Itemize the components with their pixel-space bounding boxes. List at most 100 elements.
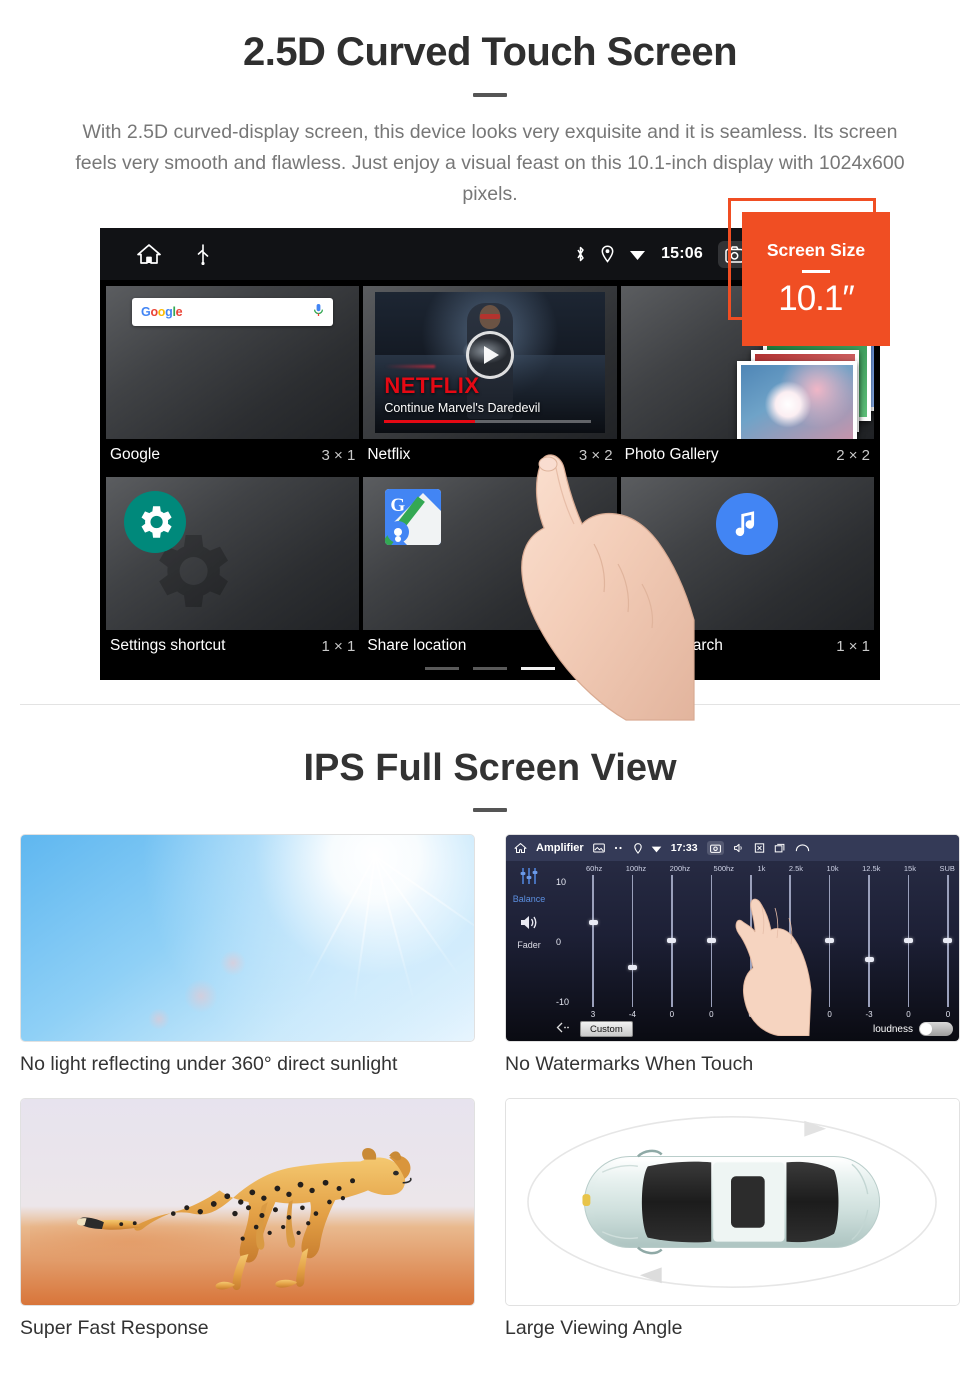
usb-icon[interactable] xyxy=(196,243,210,265)
tile-caption: No Watermarks When Touch xyxy=(505,1053,754,1075)
sound-search-widget[interactable] xyxy=(620,477,874,630)
widget-label-row: Netflix 3 × 2 xyxy=(363,439,617,473)
tile-no-watermarks: Amplifier 17:33 Balance Fader 60hz 100hz… xyxy=(505,834,960,1076)
ips-title-divider xyxy=(473,808,507,812)
badge-divider xyxy=(802,269,830,273)
google-search-widget[interactable]: Google xyxy=(106,286,360,439)
eq-band-label: 60hz xyxy=(586,864,603,873)
amplifier-title: Amplifier xyxy=(536,842,584,854)
eq-slider[interactable] xyxy=(941,875,955,1007)
widget-name: Google xyxy=(110,446,160,463)
tile-viewing-angle: Large Viewing Angle xyxy=(505,1098,960,1340)
eq-band-label: 200hz xyxy=(669,864,691,873)
eq-value: 0 xyxy=(709,1010,714,1019)
eq-slider[interactable] xyxy=(823,875,837,1007)
widget-size: 2 × 2 xyxy=(836,446,870,464)
page-dot-2[interactable] xyxy=(473,667,507,670)
music-note-icon[interactable] xyxy=(716,493,779,555)
badge-fill: Screen Size 10.1″ xyxy=(742,212,890,346)
widget-label-row: Settings shortcut 1 × 1 xyxy=(106,630,360,664)
netflix-subtitle: Continue Marvel's Daredevil xyxy=(384,401,541,415)
back-arrow-icon[interactable] xyxy=(795,843,810,853)
eq-scale: 10 0 -10 xyxy=(556,877,584,1007)
more-icon[interactable] xyxy=(614,845,625,851)
location-icon xyxy=(633,842,642,854)
eq-slider[interactable] xyxy=(665,875,679,1007)
cheetah-illustration xyxy=(76,1148,412,1291)
eq-slider[interactable] xyxy=(902,875,916,1007)
sidebar-item-fader[interactable]: Fader xyxy=(517,940,541,950)
eq-slider[interactable] xyxy=(625,875,639,1007)
ips-section: IPS Full Screen View No light reflecting… xyxy=(0,747,980,1340)
widget-settings-shortcut[interactable]: Settings shortcut 1 × 1 xyxy=(106,477,360,664)
gear-icon[interactable] xyxy=(124,491,186,553)
title-divider xyxy=(473,93,507,97)
netflix-character-glasses xyxy=(479,313,500,319)
volume-icon[interactable] xyxy=(733,843,745,853)
eq-slider[interactable] xyxy=(862,875,876,1007)
eq-value: 3 xyxy=(590,1010,596,1019)
page-dot-3[interactable] xyxy=(521,667,555,670)
eq-band-label: 500hz xyxy=(713,864,734,873)
equalizer-panel: 60hz 100hz 200hz 500hz 1k 2.5k 10k 12.5k… xyxy=(552,861,959,1041)
sidebar-item-balance[interactable]: Balance xyxy=(513,894,546,904)
tile-caption: No light reflecting under 360° direct su… xyxy=(20,1053,398,1075)
microphone-icon[interactable] xyxy=(313,303,324,322)
gallery-icon[interactable] xyxy=(592,843,605,853)
netflix-widget[interactable]: NETFLIX Continue Marvel's Daredevil xyxy=(363,286,617,439)
page-description: With 2.5D curved-display screen, this de… xyxy=(75,121,905,205)
home-icon[interactable] xyxy=(136,242,162,266)
google-logo: Google xyxy=(141,305,183,319)
widget-sound-search[interactable]: Sound Search 1 × 1 xyxy=(620,477,874,664)
preset-button[interactable]: Custom xyxy=(580,1021,633,1037)
badge-value: 10.1″ xyxy=(778,278,855,318)
eq-band-label: 12.5k xyxy=(862,864,881,873)
eq-slider[interactable] xyxy=(586,875,600,1007)
widget-label-row: Share location 1 × 1 xyxy=(363,630,617,664)
page-dot-1[interactable] xyxy=(425,667,459,670)
loudness-label: loudness xyxy=(872,1023,913,1035)
search-input[interactable]: Google xyxy=(132,298,334,326)
widget-share-location[interactable]: G Share location 1 × 1 xyxy=(363,477,617,664)
camera-icon[interactable] xyxy=(706,841,724,855)
eq-band-labels: 60hz 100hz 200hz 500hz 1k 2.5k 10k 12.5k… xyxy=(586,864,955,873)
widget-size: 1 × 1 xyxy=(836,637,870,655)
widget-size: 1 × 1 xyxy=(578,637,613,655)
hand-touching-illustration xyxy=(735,898,812,1037)
share-location-widget[interactable]: G xyxy=(363,477,617,630)
home-icon[interactable] xyxy=(514,842,527,854)
close-icon[interactable] xyxy=(754,843,765,853)
amplifier-clock: 17:33 xyxy=(670,842,698,854)
widget-name: Netflix xyxy=(367,446,411,463)
speaker-icon[interactable] xyxy=(519,914,539,936)
eq-scale-bottom: -10 xyxy=(556,997,570,1007)
screen-size-badge: Screen Size 10.1″ xyxy=(728,198,890,346)
amplifier-app: Amplifier 17:33 Balance Fader 60hz 100hz… xyxy=(506,835,959,1041)
previous-preset-icon[interactable] xyxy=(556,1020,572,1038)
widget-google[interactable]: Google Google 3 × 1 xyxy=(106,286,360,473)
widget-netflix[interactable]: NETFLIX Continue Marvel's Daredevil Netf… xyxy=(363,286,617,473)
amplifier-status-bar: Amplifier 17:33 xyxy=(506,835,959,861)
eq-band-label: 15k xyxy=(903,864,916,873)
loudness-toggle[interactable] xyxy=(919,1022,953,1036)
eq-value: -4 xyxy=(628,1010,636,1019)
tile-caption: Super Fast Response xyxy=(20,1317,209,1339)
wifi-icon xyxy=(629,247,646,261)
eq-slider[interactable] xyxy=(704,875,718,1007)
eq-band-label: 1k xyxy=(757,864,766,873)
widget-name: Share location xyxy=(367,637,467,654)
widget-label-row: Photo Gallery 2 × 2 xyxy=(620,439,874,473)
widget-name: Sound Search xyxy=(624,637,723,654)
page-indicator[interactable] xyxy=(425,667,555,670)
google-maps-icon[interactable]: G xyxy=(385,489,442,545)
eq-band-label: 100hz xyxy=(625,864,647,873)
sliders-icon[interactable] xyxy=(519,867,539,890)
running-cheetah-image xyxy=(20,1098,475,1306)
netflix-red-streak xyxy=(384,365,435,369)
recent-apps-icon[interactable] xyxy=(774,843,786,853)
device-screenshot-wrapper: 15:06 Google Google 3 × 1 NETFLIX Contin… xyxy=(100,198,890,721)
settings-widget[interactable] xyxy=(106,477,360,630)
ips-section-title: IPS Full Screen View xyxy=(303,747,677,789)
amplifier-sidebar: Balance Fader xyxy=(506,861,552,1041)
tile-fast-response: Super Fast Response xyxy=(20,1098,475,1340)
